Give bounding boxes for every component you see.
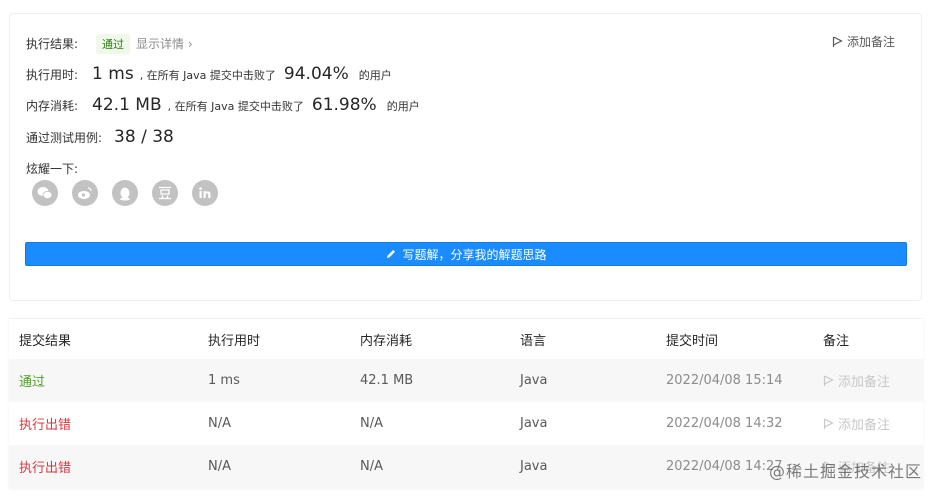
runtime-cell: N/A: [208, 416, 231, 431]
tests-row: 通过测试用例: 38 / 38: [26, 127, 174, 147]
language-cell: Java: [520, 459, 548, 474]
runtime-percent: 94.04%: [283, 64, 349, 84]
runtime-row: 执行用时: 1 ms , 在所有 Java 提交中击败了 94.04% 的用户: [26, 64, 392, 84]
memory-cell: N/A: [360, 416, 383, 431]
runtime-value: 1 ms: [92, 64, 134, 84]
runtime-cell: 1 ms: [208, 373, 240, 388]
flag-icon: [823, 417, 834, 429]
linkedin-icon[interactable]: [192, 180, 218, 206]
memory-row: 内存消耗: 42.1 MB , 在所有 Java 提交中击败了 61.98% 的…: [26, 95, 420, 115]
memory-value: 42.1 MB: [92, 95, 162, 115]
submit-time-cell: 2022/04/08 15:14: [666, 373, 783, 388]
qq-icon[interactable]: [112, 180, 138, 206]
header-memory: 内存消耗: [360, 333, 413, 349]
show-details-link[interactable]: 显示详情 ›: [136, 35, 193, 52]
share-icons: [32, 180, 218, 206]
add-note-button[interactable]: 添加备注: [823, 371, 923, 390]
memory-suffix: 的用户: [386, 100, 420, 113]
tests-value: 38 / 38: [114, 127, 174, 147]
flag-icon: [823, 374, 834, 386]
language-cell: Java: [520, 416, 548, 431]
status-badge: 通过: [96, 34, 131, 54]
result-cell[interactable]: 通过: [9, 371, 208, 390]
pencil-icon: [387, 250, 396, 258]
share-label-row: 炫耀一下:: [26, 160, 78, 177]
header-submit-time: 提交时间: [666, 333, 719, 349]
table-row[interactable]: 执行出错 N/A N/A Java 2022/04/08 14:32 添加备注: [9, 402, 923, 445]
memory-label: 内存消耗:: [26, 99, 79, 113]
memory-percent: 61.98%: [311, 95, 377, 115]
memory-beat-text: , 在所有 Java 提交中击败了: [167, 100, 304, 113]
header-runtime: 执行用时: [208, 333, 261, 349]
add-note-label: 添加备注: [846, 35, 895, 49]
add-note-button[interactable]: 添加备注: [823, 414, 923, 433]
result-cell[interactable]: 执行出错: [9, 414, 208, 433]
share-label: 炫耀一下:: [26, 162, 79, 176]
submission-result-card: 执行结果: 通过 显示详情 › 添加备注 执行用时: 1 ms , 在所有 Ja…: [9, 13, 922, 301]
language-cell: Java: [520, 373, 548, 388]
write-solution-label: 写题解，分享我的解题思路: [402, 247, 547, 262]
result-label: 执行结果:: [26, 37, 79, 51]
tests-label: 通过测试用例:: [26, 131, 103, 145]
runtime-label: 执行用时:: [26, 68, 79, 82]
weibo-icon[interactable]: [72, 180, 98, 206]
result-row: 执行结果: 通过 显示详情 ›: [26, 34, 193, 54]
memory-cell: 42.1 MB: [360, 373, 414, 388]
runtime-cell: N/A: [208, 459, 231, 474]
watermark: @稀土掘金技术社区: [768, 462, 922, 481]
table-row[interactable]: 通过 1 ms 42.1 MB Java 2022/04/08 15:14 添加…: [9, 359, 923, 402]
add-note-label: 添加备注: [838, 375, 891, 390]
header-note: 备注: [823, 333, 850, 349]
add-note-button[interactable]: 添加备注: [832, 33, 895, 50]
write-solution-button[interactable]: 写题解，分享我的解题思路: [25, 242, 907, 266]
result-cell[interactable]: 执行出错: [9, 457, 208, 476]
runtime-beat-text: , 在所有 Java 提交中击败了: [139, 69, 276, 82]
header-language: 语言: [520, 333, 547, 349]
add-note-label: 添加备注: [838, 418, 891, 433]
header-result: 提交结果: [19, 333, 72, 349]
table-header: 提交结果 执行用时 内存消耗 语言 提交时间 备注: [9, 319, 923, 359]
wechat-icon[interactable]: [32, 180, 58, 206]
memory-cell: N/A: [360, 459, 383, 474]
runtime-suffix: 的用户: [358, 69, 392, 82]
flag-icon: [832, 35, 843, 47]
submit-time-cell: 2022/04/08 14:32: [666, 416, 783, 431]
douban-icon[interactable]: [152, 180, 178, 206]
